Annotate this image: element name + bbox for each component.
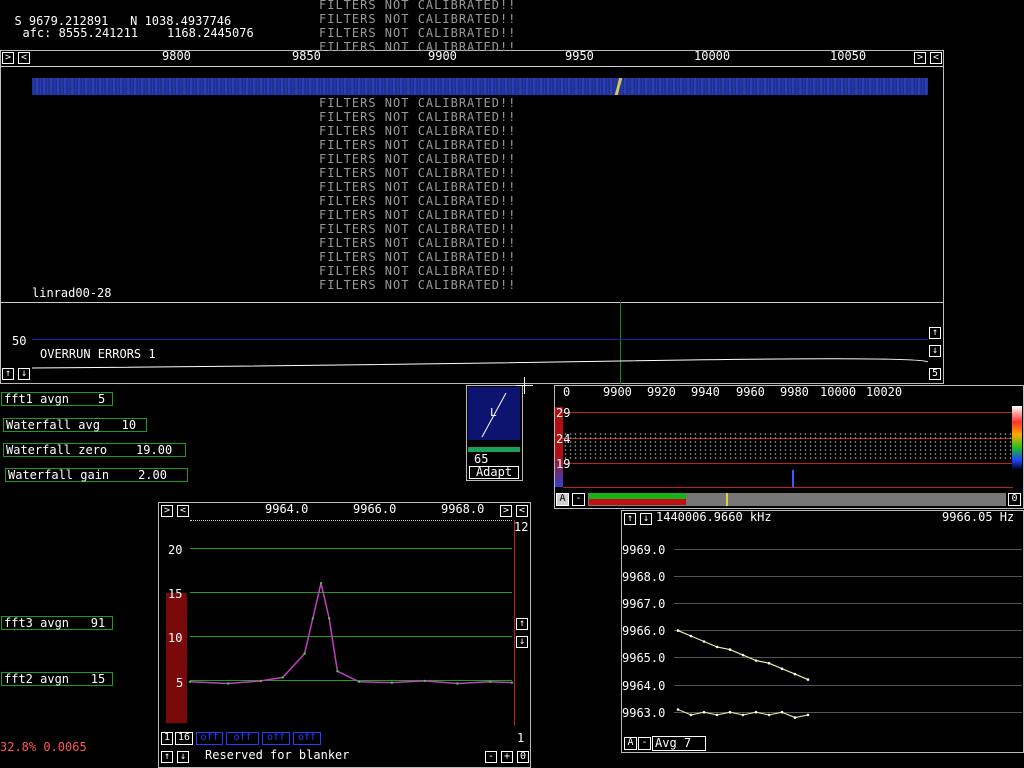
freq-track-point [689, 634, 693, 638]
freq-track-point [715, 645, 719, 649]
freq-track-series-2 [677, 708, 809, 719]
freq-track-point [715, 713, 719, 717]
freq-track-point [728, 710, 732, 714]
freq-track-point [793, 716, 797, 719]
freq-track-point [754, 659, 758, 662]
freq-track-chart [676, 629, 810, 719]
freq-track-point [676, 629, 680, 632]
freq-track-point [780, 667, 784, 670]
freq-track-point [754, 710, 758, 714]
freq-track-point [767, 713, 771, 717]
avg-param[interactable]: Avg 7 [652, 736, 706, 751]
freq-track-point [780, 710, 784, 714]
freq-track-point [702, 710, 706, 714]
freq-track-point [793, 672, 797, 676]
freq-track-point [806, 713, 810, 717]
freq-track-point [806, 678, 810, 681]
freq-track-point [702, 640, 706, 643]
freq-track-point [741, 653, 745, 657]
freq-track-point [741, 713, 745, 717]
cursor-crosshair [516, 385, 533, 386]
freq-minus-button[interactable]: - [638, 737, 651, 750]
freq-track-point [676, 708, 680, 711]
freq-track-point [689, 713, 693, 717]
freq-track-point [728, 648, 732, 651]
freq-track-point [767, 661, 771, 665]
freq-a-button[interactable]: A [624, 737, 637, 750]
